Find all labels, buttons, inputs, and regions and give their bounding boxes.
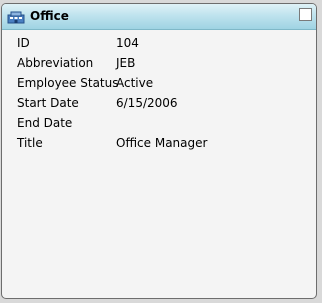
field-label: Employee Status [17, 76, 119, 90]
field-value: JEB [116, 56, 136, 70]
field-label: Abbreviation [17, 56, 94, 70]
office-building-icon [7, 10, 25, 24]
field-label: Title [17, 136, 43, 150]
header-checkbox[interactable] [299, 8, 312, 21]
field-value: Office Manager [116, 136, 208, 150]
field-value: 104 [116, 36, 139, 50]
field-value: Active [116, 76, 154, 90]
field-label: End Date [17, 116, 73, 130]
office-panel: Office ID 104 Abbreviation JEB Employee … [1, 3, 317, 299]
panel-title: Office [30, 9, 69, 23]
field-value: 6/15/2006 [116, 96, 178, 110]
field-label: ID [17, 36, 30, 50]
field-label: Start Date [17, 96, 79, 110]
panel-header: Office [2, 4, 316, 30]
